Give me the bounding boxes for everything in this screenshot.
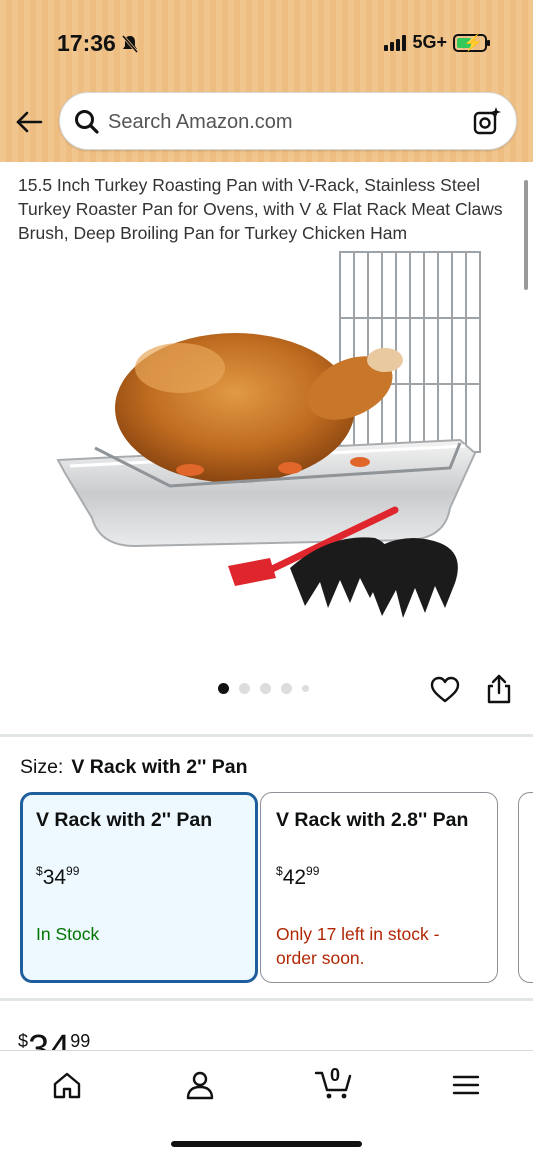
home-icon[interactable] (51, 1069, 83, 1101)
size-label: Size: (20, 756, 64, 778)
back-arrow-icon[interactable] (14, 108, 44, 136)
size-option-name: V Rack with 2'' Pan (36, 809, 213, 831)
section-divider (0, 734, 533, 737)
carousel-dot[interactable] (239, 683, 250, 694)
carousel-dot[interactable] (260, 683, 271, 694)
carousel-dot[interactable] (281, 683, 292, 694)
selected-size: V Rack with 2'' Pan (71, 756, 248, 778)
status-time: 17:36 (57, 30, 116, 56)
battery-icon: ⚡ (453, 33, 490, 52)
size-option-card-selected[interactable]: V Rack with 2'' Pan $3499 In Stock (20, 792, 258, 983)
menu-icon[interactable] (450, 1069, 482, 1101)
section-divider (0, 998, 533, 1001)
cart-button[interactable]: 0 (314, 1063, 354, 1103)
image-carousel-dots[interactable] (218, 683, 309, 694)
camera-search-icon[interactable] (472, 106, 502, 136)
size-option-price: $4299 (276, 864, 320, 889)
share-icon[interactable] (486, 674, 512, 704)
size-option-price: $3499 (36, 864, 80, 889)
stock-status: Only 17 left in stock - order soon. (276, 924, 440, 968)
search-input[interactable] (108, 105, 458, 139)
scroll-indicator (524, 180, 528, 290)
product-price: $3499 (18, 1028, 91, 1050)
product-title[interactable]: 15.5 Inch Turkey Roasting Pan with V-Rac… (18, 173, 518, 245)
size-selector-label: Size: V Rack with 2'' Pan (20, 756, 248, 779)
stock-status: In Stock (36, 924, 100, 944)
silent-mode-icon (121, 35, 139, 53)
product-image[interactable] (40, 248, 500, 648)
size-option-card-partial[interactable] (518, 792, 533, 983)
account-icon[interactable] (184, 1069, 216, 1101)
app-header: 17:36 5G+ ⚡ (0, 0, 533, 162)
size-option-name: V Rack with 2.8'' Pan (276, 809, 469, 831)
status-indicators: 5G+ ⚡ (384, 32, 490, 53)
network-type: 5G+ (412, 32, 447, 52)
size-option-card[interactable]: V Rack with 2.8'' Pan $4299 Only 17 left… (260, 792, 498, 983)
home-indicator[interactable] (171, 1141, 362, 1147)
cellular-signal-icon (384, 34, 407, 51)
search-bar[interactable] (59, 92, 517, 150)
wishlist-heart-icon[interactable] (430, 676, 460, 704)
carousel-dot[interactable] (302, 685, 309, 692)
carousel-dot[interactable] (218, 683, 229, 694)
search-icon (75, 110, 99, 134)
cart-count: 0 (330, 1065, 341, 1085)
